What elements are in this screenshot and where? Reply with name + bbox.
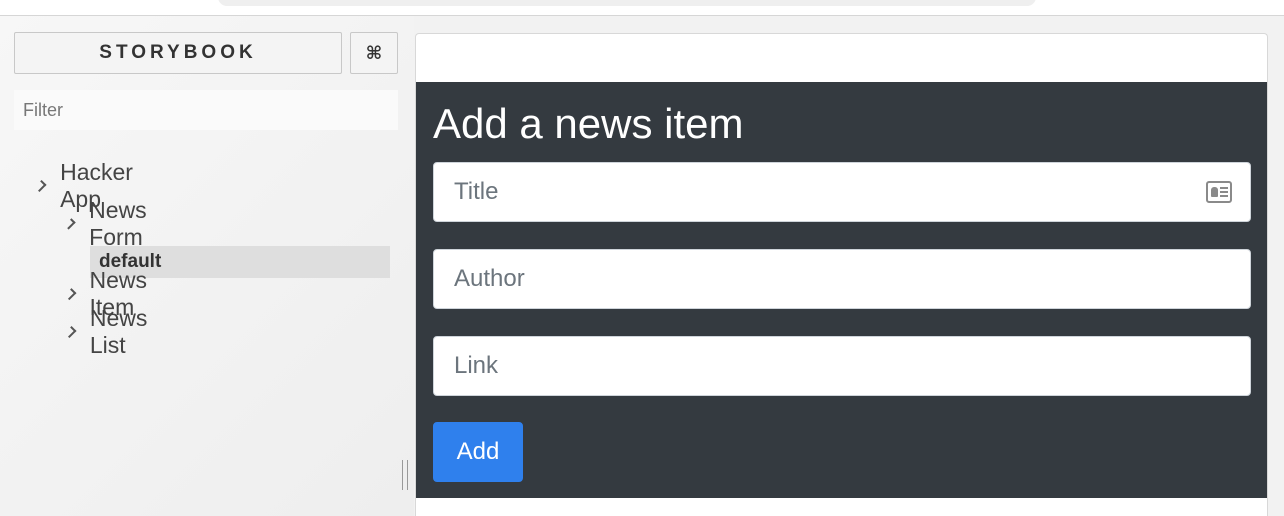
title-input[interactable] [433,162,1251,222]
brand-label: STORYBOOK [99,42,257,63]
story-preview-frame: Add a news item Add [415,33,1268,516]
address-bar[interactable] [218,0,1036,6]
news-form-panel: Add a news item Add [416,82,1267,498]
storybook-sidebar: STORYBOOK ⌘ Hacker App News Form default… [0,16,414,516]
add-button[interactable]: Add [433,422,523,482]
browser-top-bar [0,0,1284,16]
link-input[interactable] [433,336,1251,396]
command-key-icon: ⌘ [365,42,383,63]
add-button-label: Add [456,438,500,465]
chevron-right-icon [64,288,77,300]
keyboard-shortcuts-button[interactable]: ⌘ [350,32,398,74]
tree-item-news-list[interactable]: News List [64,305,151,358]
chevron-right-icon [64,326,77,338]
storybook-brand-button[interactable]: STORYBOOK [14,32,342,74]
tree-item-label: News Form [89,197,147,250]
author-input[interactable] [433,249,1251,309]
tree-item-label: News List [89,305,148,358]
tree-item-news-form[interactable]: News Form [64,197,151,250]
chevron-right-icon [64,218,76,230]
panel-resize-handle[interactable] [402,460,408,490]
filter-input[interactable] [14,90,398,130]
chevron-right-icon [34,179,47,193]
contact-card-icon[interactable] [1206,181,1232,203]
form-title: Add a news item [433,100,744,147]
